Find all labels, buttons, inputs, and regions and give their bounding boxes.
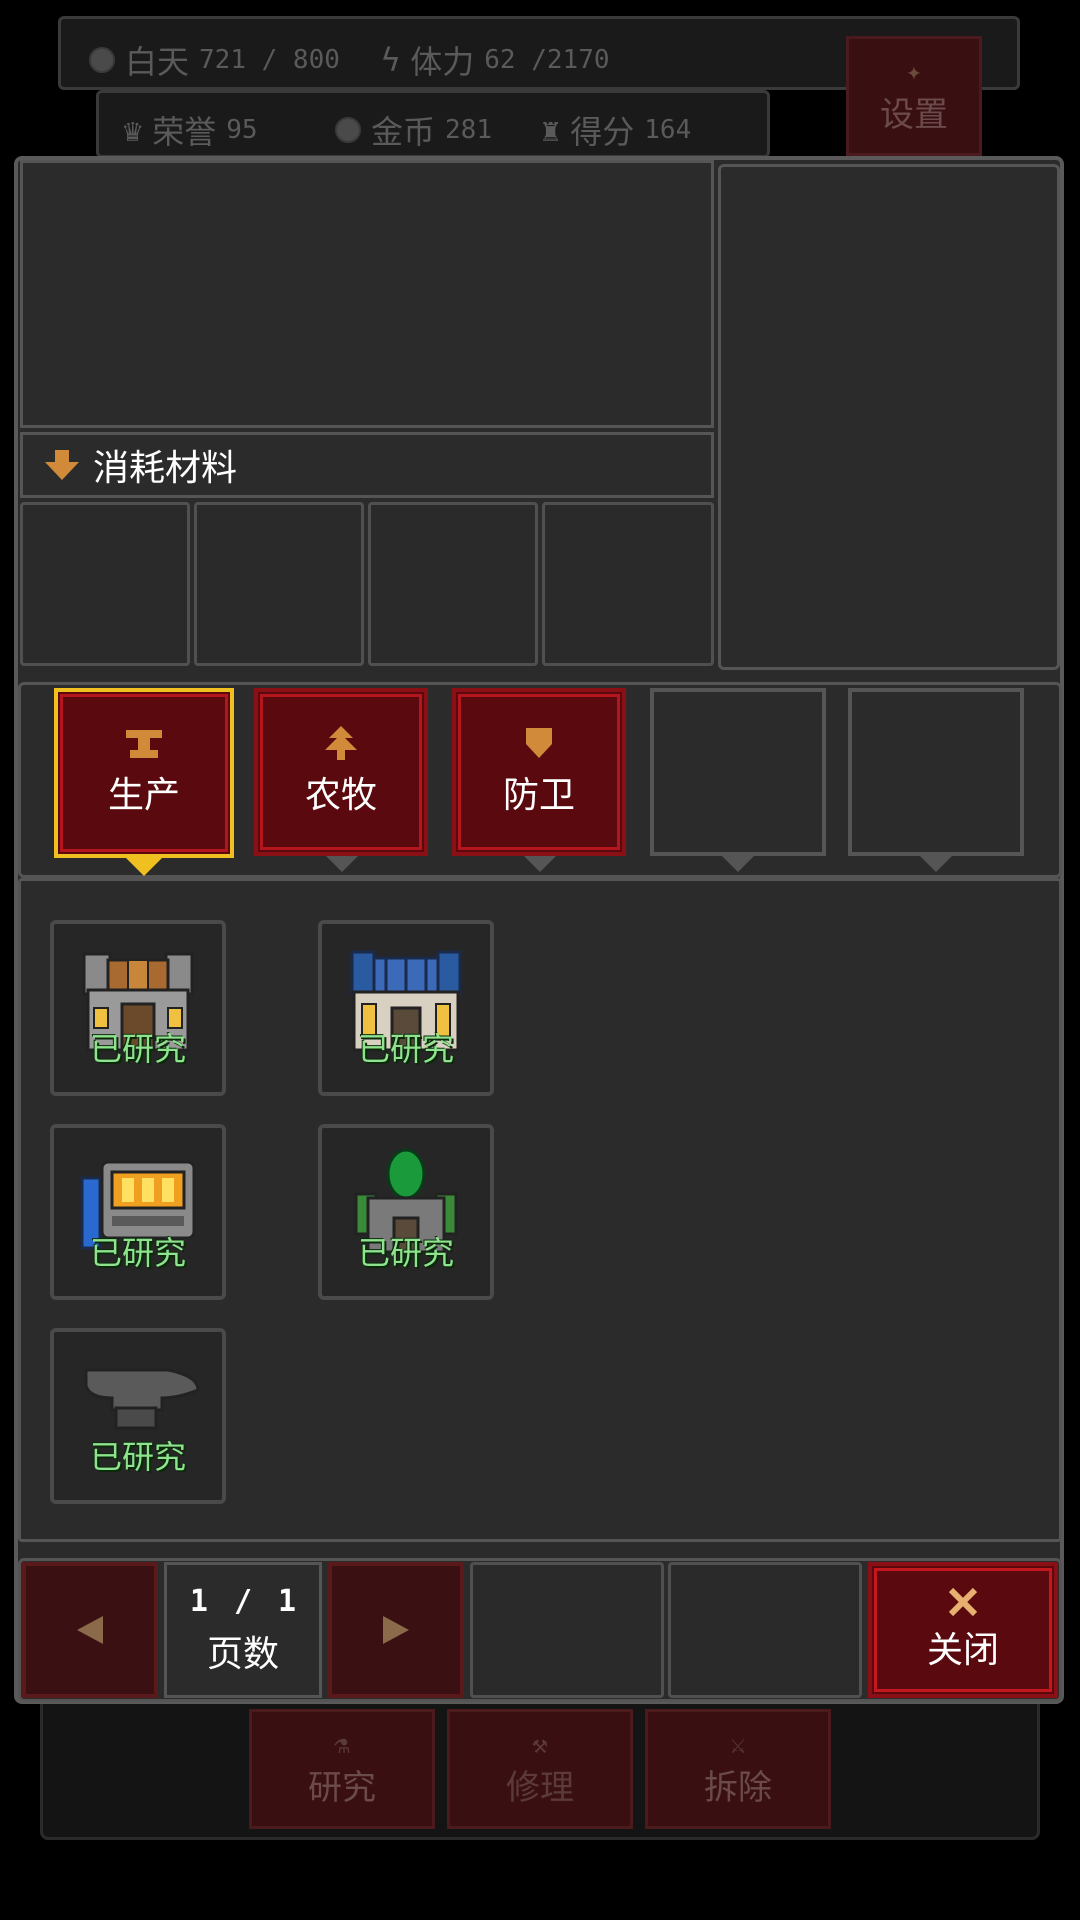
- building-description-area: [20, 160, 714, 428]
- research-label: 研究: [308, 1767, 376, 1808]
- page-separator: /: [233, 1583, 253, 1619]
- score-label: 得分: [570, 113, 635, 151]
- building-preview-area: [718, 164, 1060, 670]
- tab-defense-label: 防卫: [502, 775, 575, 816]
- gold-coin-icon: [335, 117, 361, 143]
- current-page: 1: [189, 1583, 208, 1619]
- tab-empty-4[interactable]: [650, 688, 826, 856]
- sun-icon: [89, 47, 115, 73]
- tab-empty-5[interactable]: [848, 688, 1024, 856]
- total-pages: 1: [278, 1583, 297, 1619]
- score-counter: ♜ 得分 164: [541, 107, 691, 153]
- researched-label: 已研究: [357, 1030, 454, 1068]
- axe-icon: ⚔: [730, 1729, 746, 1760]
- building-card-green-dome[interactable]: 已研究: [318, 1124, 494, 1300]
- tab-arrow: [722, 856, 754, 872]
- lightning-icon: ϟ: [381, 41, 401, 79]
- crown-icon: ♛: [123, 111, 143, 149]
- tab-farming[interactable]: 农牧: [254, 688, 428, 856]
- stamina-counter: ϟ 体力 62 /2170: [381, 37, 610, 83]
- anvil-icon: [126, 730, 162, 758]
- footer-empty-slot: [470, 1562, 664, 1698]
- tab-defense[interactable]: 防卫: [452, 688, 626, 856]
- settings-label: 设置: [880, 94, 948, 135]
- hammer-icon: ⚒: [532, 1729, 548, 1760]
- demolish-label: 拆除: [704, 1767, 772, 1808]
- honor-value: 95: [226, 115, 258, 145]
- flask-icon: ⚗: [334, 1729, 350, 1760]
- tab-arrow: [524, 856, 556, 872]
- tab-arrow: [326, 856, 358, 872]
- settings-button[interactable]: ✦ 设置: [846, 36, 982, 156]
- tree-icon: [325, 726, 357, 760]
- prev-page-button[interactable]: [22, 1562, 158, 1698]
- score-value: 164: [644, 115, 692, 145]
- day-counter: 白天 721 / 800: [89, 37, 340, 83]
- wrench-icon: ✦: [906, 56, 922, 87]
- repair-button[interactable]: ⚒ 修理: [447, 1709, 633, 1829]
- next-page-button[interactable]: [328, 1562, 464, 1698]
- material-slot[interactable]: [194, 502, 364, 666]
- day-label: 白天: [125, 43, 190, 81]
- stamina-label: 体力: [410, 43, 475, 81]
- honor-label: 荣誉: [152, 113, 217, 151]
- day-value: 721 / 800: [199, 45, 340, 75]
- researched-label: 已研究: [89, 1030, 186, 1068]
- tab-production-label: 生产: [107, 775, 180, 816]
- demolish-button[interactable]: ⚔ 拆除: [645, 1709, 831, 1829]
- research-button[interactable]: ⚗ 研究: [249, 1709, 435, 1829]
- building-card-furnace[interactable]: 已研究: [50, 1124, 226, 1300]
- tab-arrow: [920, 856, 952, 872]
- selected-tab-arrow: [126, 858, 162, 876]
- hud-stats-bar: ♛ 荣誉 95 金币 281 ♜ 得分 164: [96, 90, 770, 158]
- page-count: 1 / 1: [190, 1584, 296, 1619]
- building-card-blue-roof[interactable]: 已研究: [318, 920, 494, 1096]
- stamina-value: 62 /2170: [484, 45, 610, 75]
- bottom-action-bar: ⚗ 研究 ⚒ 修理 ⚔ 拆除: [40, 1690, 1040, 1840]
- building-card-anvil[interactable]: 已研究: [50, 1328, 226, 1504]
- arrow-right-icon: [383, 1616, 409, 1644]
- researched-label: 已研究: [89, 1234, 186, 1272]
- researched-label: 已研究: [89, 1438, 186, 1476]
- arrow-down-icon: [45, 450, 79, 480]
- trophy-icon: ♜: [541, 111, 561, 149]
- close-button[interactable]: 关闭: [868, 1562, 1058, 1698]
- tab-farming-label: 农牧: [304, 775, 377, 816]
- shield-icon: [526, 728, 552, 758]
- materials-title: 消耗材料: [93, 448, 238, 489]
- page-indicator: 1 / 1 页数: [164, 1562, 322, 1698]
- materials-header: 消耗材料: [20, 432, 714, 498]
- footer-empty-slot: [668, 1562, 862, 1698]
- tab-production[interactable]: 生产: [54, 688, 234, 858]
- gold-counter: 金币 281: [335, 107, 492, 153]
- close-label: 关闭: [926, 1630, 999, 1671]
- material-slot[interactable]: [542, 502, 714, 666]
- gold-label: 金币: [371, 113, 436, 151]
- gold-value: 281: [445, 115, 492, 145]
- repair-label: 修理: [506, 1767, 574, 1808]
- page-label: 页数: [206, 1633, 279, 1675]
- material-slot[interactable]: [20, 502, 190, 666]
- researched-label: 已研究: [357, 1234, 454, 1272]
- building-card-workshop[interactable]: 已研究: [50, 920, 226, 1096]
- arrow-left-icon: [77, 1616, 103, 1644]
- material-slot[interactable]: [368, 502, 538, 666]
- honor-counter: ♛ 荣誉 95: [123, 107, 258, 153]
- close-icon: [948, 1587, 978, 1617]
